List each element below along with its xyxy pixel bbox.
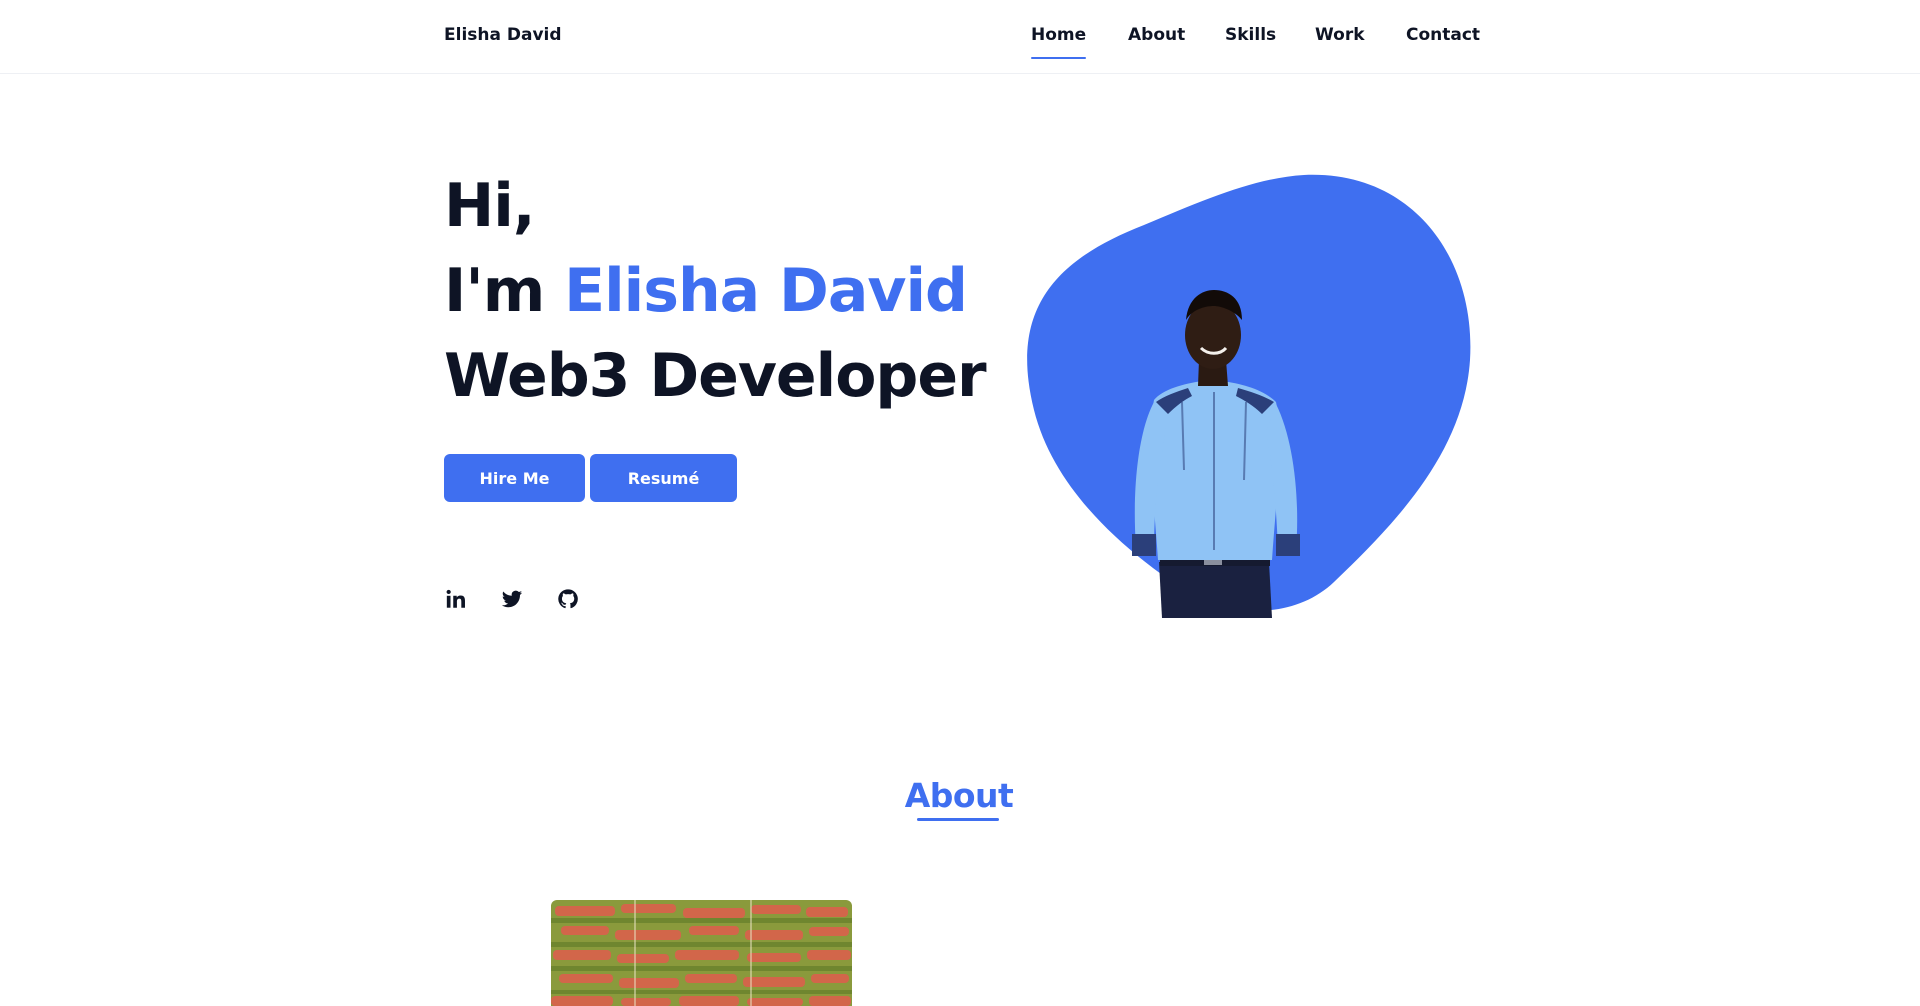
github-icon[interactable]	[555, 586, 581, 612]
hero-intro: I'm Elisha David	[444, 261, 968, 321]
nav-work[interactable]: Work	[1315, 25, 1365, 45]
resume-button[interactable]: Resumé	[590, 454, 737, 502]
hero-role: Web3 Developer	[444, 341, 987, 411]
hire-me-button[interactable]: Hire Me	[444, 454, 585, 502]
nav-contact[interactable]: Contact	[1406, 25, 1480, 45]
hero-greeting: Hi,	[444, 171, 536, 241]
about-heading: About	[904, 776, 1014, 815]
nav-home[interactable]: Home	[1031, 25, 1087, 59]
hero-image	[1014, 170, 1476, 618]
nav-about[interactable]: About	[1128, 25, 1185, 45]
about-image	[551, 900, 852, 1006]
about-heading-underline	[917, 818, 999, 821]
main-nav: Home About Skills Work Contact	[0, 25, 1920, 65]
site-header: Elisha David Home About Skills Work Cont…	[0, 0, 1920, 74]
twitter-icon[interactable]	[499, 586, 525, 612]
nav-skills[interactable]: Skills	[1225, 25, 1276, 45]
linkedin-icon[interactable]	[443, 586, 469, 612]
hero-name: Elisha David	[564, 256, 968, 326]
hero-intro-prefix: I'm	[444, 256, 565, 326]
